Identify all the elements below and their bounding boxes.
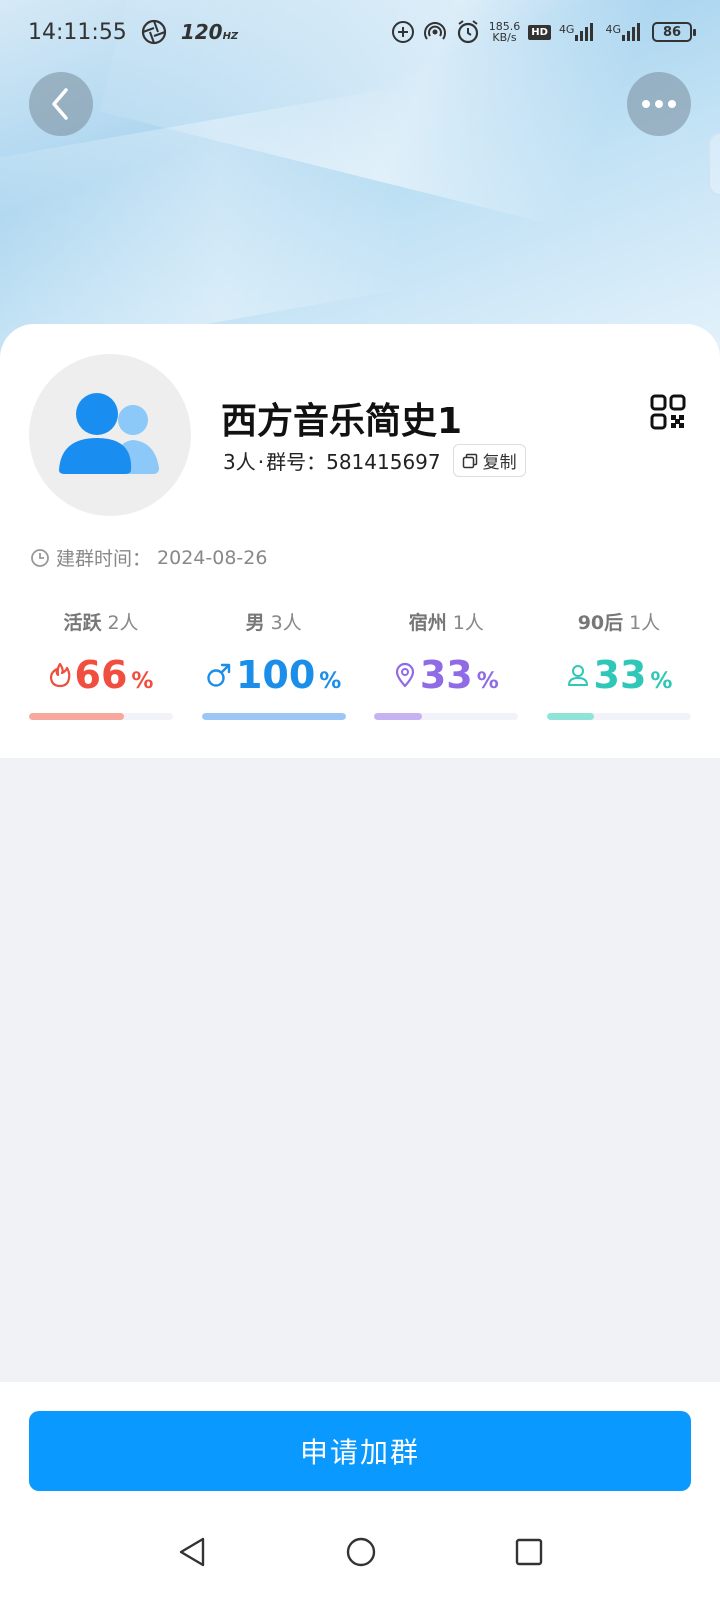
member-count: 3人 · 群号：581415697 [223,450,441,474]
signal-1: 4G [559,23,598,41]
more-button[interactable] [627,72,691,136]
stat-active: 活跃 2人 66% [29,608,173,720]
group-id: 581415697 [326,450,441,474]
qr-code-button[interactable] [650,394,686,430]
nav-back-icon[interactable] [177,1536,207,1568]
group-users-icon [59,393,159,474]
signal-2: 4G [605,23,644,41]
location-pin-icon [395,662,414,688]
stat-age: 90后 1人 33% [546,608,691,720]
male-icon [207,663,231,687]
copy-button[interactable]: 复制 [452,444,526,477]
created-date: 2024-08-26 [157,546,268,569]
stat-bar-age [546,713,691,720]
status-bar: 14:11:55 120HZ 185.6 KB/s HD 4G 4G 86 [0,0,720,64]
stats-row: 活跃 2人 66% 男 3人 100% 宿州 1人 33 % 90后 1人 33… [29,608,691,720]
alarm-icon [457,20,478,44]
clock-icon [31,548,49,567]
stat-bar-male [201,713,346,720]
stat-bar-location [374,713,519,720]
battery-indicator: 86 [652,22,696,42]
hotspot-icon [423,22,446,40]
back-button[interactable] [29,72,93,136]
signal-bars-icon [575,23,594,41]
hd-badge: HD [528,24,551,40]
copy-icon [462,453,477,468]
group-avatar [29,354,191,516]
signal-bars-icon [622,23,640,41]
qr-code-icon [650,394,686,430]
side-handle[interactable] [708,132,720,196]
flame-icon [49,662,70,688]
stat-bar-active [29,713,173,720]
stat-male: 男 3人 100% [201,608,346,720]
apply-join-button[interactable]: 申请加群 [29,1411,691,1491]
nav-home-icon[interactable] [345,1536,377,1568]
status-time: 14:11:55 [28,19,127,45]
nav-recents-icon[interactable] [515,1538,543,1566]
created-date-row: 建群时间： 2024-08-26 [30,544,267,571]
group-meta: 3人 · 群号：581415697 复制 [223,444,526,477]
bottom-panel: 申请加群 [0,1382,720,1600]
aperture-icon [141,19,166,45]
group-name: 西方音乐简史1 [221,401,463,442]
network-speed: 185.6 KB/s [488,20,521,44]
data-saver-icon [391,21,414,43]
chevron-left-icon [52,88,68,120]
ellipsis-icon [642,100,676,108]
refresh-rate: 120HZ [180,20,239,44]
group-info-card: 西方音乐简史1 3人 · 群号：581415697 复制 建群时间： 2024-… [0,324,720,758]
person-icon [567,665,588,686]
stat-location: 宿州 1人 33% [374,608,519,720]
system-nav-bar [0,1512,720,1592]
